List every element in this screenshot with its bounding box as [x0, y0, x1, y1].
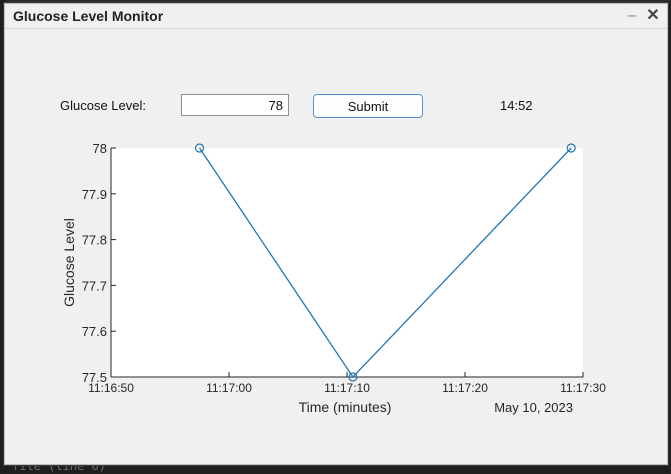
glucose-chart: 11:16:50 11:17:00 11:17:10 11:17:20 11:17:30… [61, 141, 606, 415]
close-icon[interactable]: ✕ [644, 7, 662, 25]
glucose-level-input[interactable] [181, 94, 289, 116]
date-label: May 10, 2023 [494, 400, 573, 415]
submit-button[interactable]: Submit [313, 94, 423, 118]
x-tick-label: 11:17:10 [324, 381, 370, 395]
y-tick-label: 77.6 [82, 324, 107, 339]
y-axis-label: Glucose Level [61, 218, 77, 307]
x-tick-label: 11:17:30 [560, 381, 606, 395]
y-tick-label: 77.7 [82, 278, 107, 293]
title-bar[interactable]: Glucose Level Monitor – ✕ [5, 4, 667, 29]
minimize-icon[interactable]: – [623, 7, 641, 25]
plot-area [111, 148, 583, 377]
window-title: Glucose Level Monitor [13, 8, 164, 24]
clock-display: 14:52 [500, 98, 533, 113]
x-axis-label: Time (minutes) [299, 399, 392, 415]
app-window: Glucose Level Monitor – ✕ Glucose Level:… [4, 3, 668, 465]
glucose-level-label: Glucose Level: [60, 98, 146, 113]
y-tick-label: 77.9 [82, 187, 107, 202]
x-tick-label: 11:17:20 [442, 381, 488, 395]
x-tick-label: 11:17:00 [206, 381, 252, 395]
y-tick-label: 77.8 [82, 233, 107, 248]
y-tick-label: 77.5 [82, 370, 107, 385]
y-tick-label: 78 [93, 141, 107, 156]
